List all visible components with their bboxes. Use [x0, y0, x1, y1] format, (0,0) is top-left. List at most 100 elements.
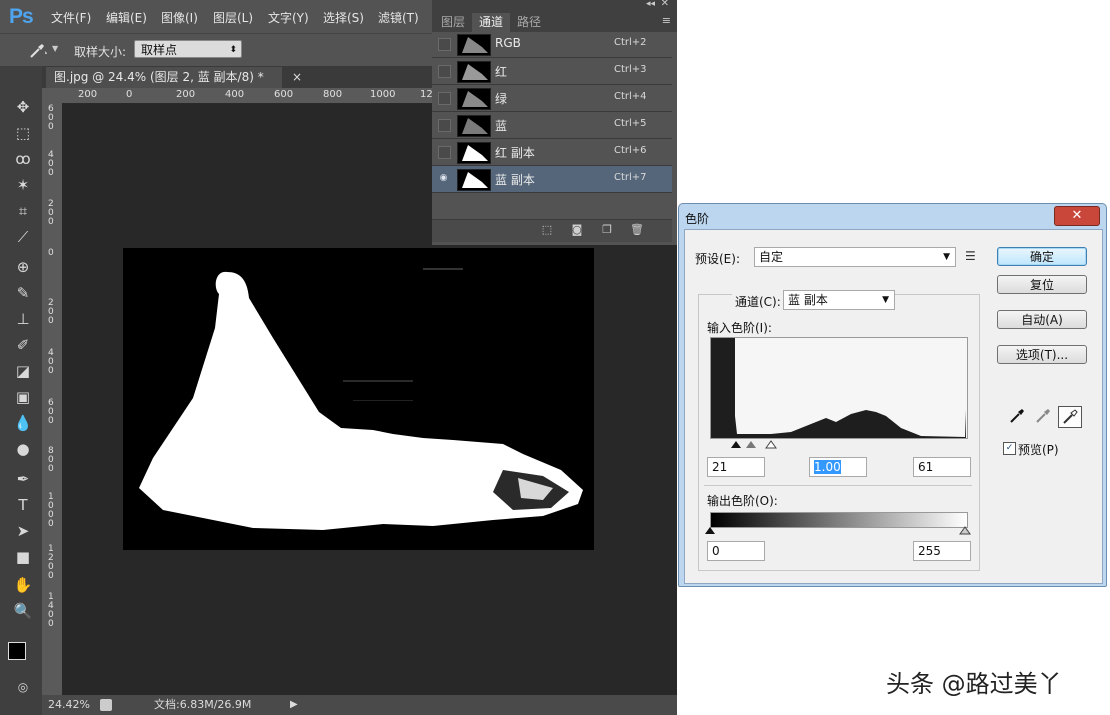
zoom-level[interactable]: 24.42% [48, 695, 90, 715]
history-brush-tool-icon[interactable]: ✐ [12, 334, 34, 356]
ruler-tick-label: 2 0 0 [48, 298, 54, 326]
crop-tool-icon[interactable]: ⌗ [12, 200, 34, 222]
type-tool-icon[interactable]: T [12, 494, 34, 516]
panel-tabs: 图层 通道 路径 ≡ [432, 10, 677, 32]
visibility-toggle[interactable] [438, 146, 451, 159]
preset-options-icon[interactable]: ☰ [965, 249, 976, 263]
document-tab[interactable]: 图.jpg @ 24.4% (图层 2, 蓝 副本/8) * × [46, 67, 302, 88]
gradient-tool-icon[interactable]: ▣ [12, 386, 34, 408]
input-sliders[interactable] [710, 438, 966, 450]
channel-name: 绿 [495, 92, 508, 106]
input-levels-label: 输入色阶(I): [707, 321, 772, 335]
output-sliders[interactable] [705, 524, 971, 536]
channel-select[interactable]: 蓝 副本 ▼ [783, 290, 895, 310]
menu-filter[interactable]: 滤镜(T) [378, 9, 419, 26]
quick-mask-icon[interactable]: ◎ [12, 676, 34, 698]
status-menu-arrow-icon[interactable]: ▶ [290, 695, 298, 715]
lasso-tool-icon[interactable]: ꝏ [12, 148, 34, 170]
gray-point-eyedropper-icon[interactable] [1032, 406, 1054, 426]
eraser-tool-icon[interactable]: ◪ [12, 360, 34, 382]
ruler-tick-label: 1 4 0 0 [48, 592, 54, 629]
options-button[interactable]: 选项(T)... [997, 345, 1087, 364]
move-tool-icon[interactable]: ✥ [12, 96, 34, 118]
channel-row-rgb[interactable]: RGB Ctrl+2 [432, 31, 672, 58]
pen-tool-icon[interactable]: ✒ [12, 468, 34, 490]
visibility-toggle[interactable] [438, 65, 451, 78]
eyedropper-tool-icon[interactable] [27, 42, 47, 60]
close-panel-icon[interactable]: ✕ [661, 0, 669, 9]
visibility-toggle[interactable] [438, 119, 451, 132]
visibility-toggle[interactable] [438, 38, 451, 51]
rectangle-tool-icon[interactable]: ■ [12, 546, 34, 568]
foreground-color-swatch[interactable] [8, 642, 26, 660]
spot-healing-tool-icon[interactable]: ⊕ [12, 256, 34, 278]
menu-select[interactable]: 选择(S) [323, 9, 364, 26]
input-gamma-value: 1.00 [814, 460, 841, 474]
document-image[interactable] [123, 248, 594, 550]
dodge-tool-icon[interactable]: ● [12, 438, 34, 460]
close-icon[interactable]: ✕ [1054, 206, 1100, 226]
zoom-tool-icon[interactable]: 🔍 [12, 600, 34, 622]
preset-select[interactable]: 自定 ▼ [754, 247, 956, 267]
brush-tool-icon[interactable]: ✎ [12, 282, 34, 304]
channel-thumbnail [457, 61, 491, 83]
input-black-field[interactable]: 21 [707, 457, 765, 477]
eye-icon[interactable]: ◉ [438, 173, 449, 184]
save-selection-as-channel-icon[interactable]: ◙ [570, 224, 584, 236]
tab-layers[interactable]: 图层 [434, 13, 472, 32]
channel-shortcut: Ctrl+5 [614, 118, 647, 129]
channel-row-red-copy[interactable]: 红 副本 Ctrl+6 [432, 139, 672, 166]
menu-layer[interactable]: 图层(L) [213, 9, 253, 26]
channel-row-blue-copy[interactable]: ◉ 蓝 副本 Ctrl+7 [432, 166, 672, 193]
channel-shortcut: Ctrl+4 [614, 91, 647, 102]
magic-wand-tool-icon[interactable]: ✶ [12, 174, 34, 196]
document-tab-bar: 图.jpg @ 24.4% (图层 2, 蓝 副本/8) * × [42, 66, 432, 88]
channel-shortcut: Ctrl+7 [614, 172, 647, 183]
path-selection-tool-icon[interactable]: ➤ [12, 520, 34, 542]
menu-file[interactable]: 文件(F) [51, 9, 91, 26]
input-gamma-slider-icon [746, 441, 756, 448]
delete-channel-icon[interactable]: 🗑 [630, 224, 644, 236]
channel-thumbnail [457, 142, 491, 164]
input-gamma-field[interactable]: 1.00 [809, 457, 867, 477]
white-point-eyedropper-icon[interactable] [1058, 406, 1082, 428]
channel-row-blue[interactable]: 蓝 Ctrl+5 [432, 112, 672, 139]
close-tab-icon[interactable]: × [292, 67, 302, 88]
eyedropper-tool-icon[interactable]: ⟋ [12, 226, 34, 248]
panel-menu-icon[interactable]: ≡ [662, 14, 671, 27]
channel-thumbnail [457, 34, 491, 56]
auto-button[interactable]: 自动(A) [997, 310, 1087, 329]
ok-button[interactable]: 确定 [997, 247, 1087, 266]
black-point-eyedropper-icon[interactable] [1006, 406, 1028, 426]
channel-shortcut: Ctrl+2 [614, 37, 647, 48]
menu-type[interactable]: 文字(Y) [268, 9, 309, 26]
ruler-corner [42, 88, 62, 103]
channel-row-red[interactable]: 红 Ctrl+3 [432, 58, 672, 85]
collapse-panel-icon[interactable]: ◂◂ [646, 0, 655, 9]
input-white-field[interactable]: 61 [913, 457, 971, 477]
photoshop-logo: Ps [9, 5, 34, 28]
ruler-tick-label: 4 0 0 [48, 348, 54, 376]
clone-stamp-tool-icon[interactable]: ⊥ [12, 308, 34, 330]
tool-preset-chevron-icon[interactable]: ▼ [52, 44, 58, 53]
menu-edit[interactable]: 编辑(E) [106, 9, 147, 26]
output-black-field[interactable]: 0 [707, 541, 765, 561]
reset-button[interactable]: 复位 [997, 275, 1087, 294]
new-channel-icon[interactable]: ❐ [600, 224, 614, 236]
sample-size-select[interactable]: 取样点 ⬍ [134, 40, 242, 58]
visibility-toggle[interactable] [438, 92, 451, 105]
channel-name: RGB [495, 36, 521, 50]
horizontal-ruler: 200 0 200 400 600 800 1000 12 [62, 88, 432, 104]
channel-name: 红 [495, 65, 508, 79]
preview-checkbox[interactable]: ✓ [1003, 442, 1016, 455]
menu-image[interactable]: 图像(I) [161, 9, 198, 26]
channel-row-green[interactable]: 绿 Ctrl+4 [432, 85, 672, 112]
status-share-icon[interactable] [100, 699, 112, 711]
blur-tool-icon[interactable]: 💧 [12, 412, 34, 434]
tab-channels[interactable]: 通道 [472, 13, 511, 32]
tab-paths[interactable]: 路径 [510, 13, 548, 32]
marquee-tool-icon[interactable]: ⬚ [12, 122, 34, 144]
output-white-field[interactable]: 255 [913, 541, 971, 561]
load-channel-as-selection-icon[interactable]: ⬚ [540, 224, 554, 236]
hand-tool-icon[interactable]: ✋ [12, 574, 34, 596]
